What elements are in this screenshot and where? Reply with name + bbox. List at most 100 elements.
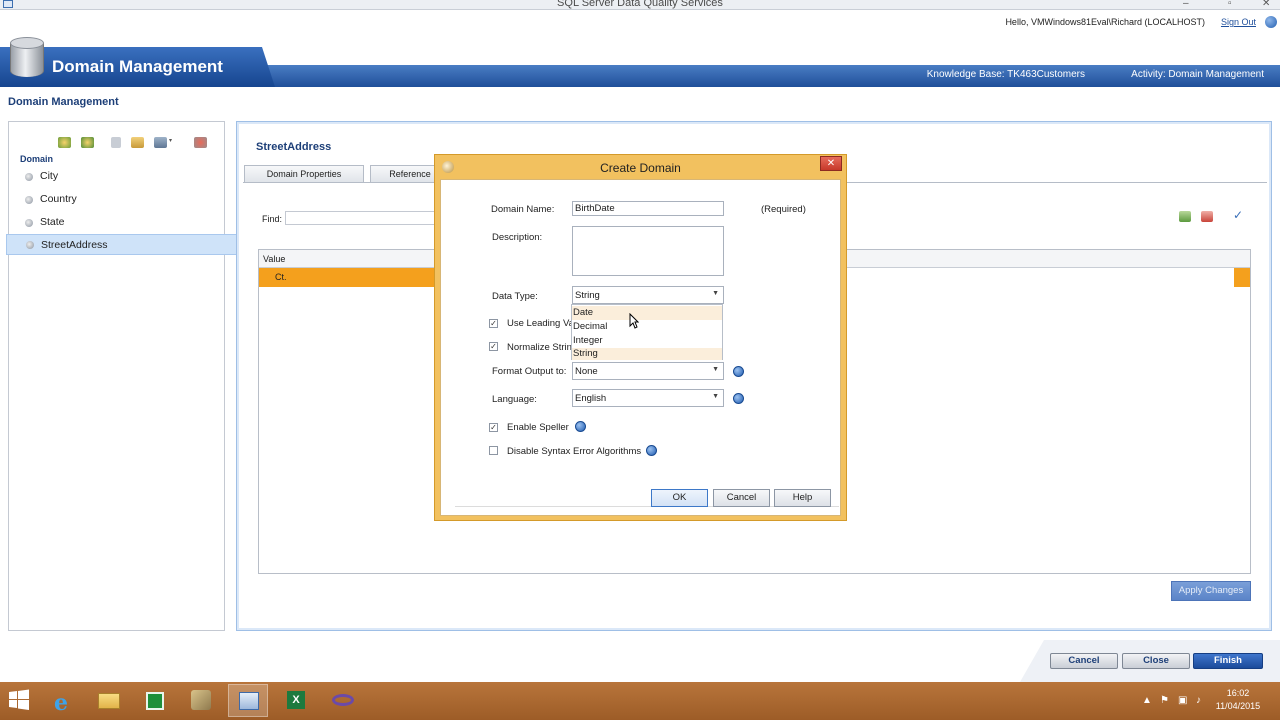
domain-item-label: Country [40,193,77,205]
row-end-marker [1234,268,1250,287]
language-value: English [575,393,607,404]
start-icon[interactable] [8,689,30,711]
taskbar-clock[interactable]: 16:02 11/04/2015 [1214,687,1262,713]
find-input[interactable] [285,211,445,225]
export-domain-icon[interactable] [154,137,167,148]
visual-studio-icon[interactable] [323,684,363,717]
table-cell-value: Ct. [275,272,287,282]
grid-header-value: Value [263,254,286,264]
data-type-value: String [575,290,600,301]
domain-item-streetaddress[interactable]: StreetAddress [6,234,239,255]
domain-item-country[interactable]: Country [25,191,225,209]
volume-icon[interactable]: ♪ [1196,695,1201,706]
clock-time: 16:02 [1226,688,1250,698]
domain-bullet-icon [25,219,33,227]
delete-domain-icon[interactable] [111,137,121,148]
create-composite-domain-icon[interactable] [81,137,94,148]
domain-item-state[interactable]: State [25,214,225,232]
selected-domain-title: StreetAddress [256,141,332,153]
windows-taskbar: e X ▲ ⚑ ▣ ♪ 16:02 11/04/2015 [0,682,1280,720]
disable-syntax-checkbox[interactable] [489,446,498,455]
create-domain-icon[interactable] [58,137,71,148]
dqs-client-icon[interactable] [228,684,268,717]
maximize-icon[interactable]: ▫ [1228,0,1232,9]
normalize-string-checkbox[interactable]: ✓ [489,342,498,351]
enable-speller-checkbox[interactable]: ✓ [489,423,498,432]
language-select[interactable]: English ▼ [572,389,724,407]
syntax-info-icon[interactable] [646,445,657,456]
close-button[interactable]: Close [1122,653,1190,669]
network-icon[interactable]: ▣ [1178,695,1187,706]
domain-bullet-icon [25,173,33,181]
description-label: Description: [492,232,543,243]
finish-button[interactable]: Finish [1193,653,1263,669]
domain-item-city[interactable]: City [25,168,225,186]
use-leading-checkbox[interactable]: ✓ [489,319,498,328]
import-domain-icon[interactable] [131,137,144,148]
dialog-title: Create Domain [600,161,681,175]
export-dropdown-icon[interactable]: ▾ [169,137,172,144]
sql-tools-icon[interactable] [181,684,221,717]
window-title: SQL Server Data Quality Services [557,0,723,9]
enable-speller-label: Enable Speller [507,422,569,433]
tray-expand-icon[interactable]: ▲ [1142,695,1152,706]
domain-item-label: City [40,170,59,182]
mouse-cursor-icon [629,312,640,332]
validate-check-icon[interactable]: ✓ [1233,208,1243,222]
data-type-label: Data Type: [492,291,538,302]
excel-icon[interactable]: X [276,684,316,717]
dialog-cancel-button[interactable]: Cancel [713,489,770,507]
tab-domain-properties[interactable]: Domain Properties [244,165,364,183]
chevron-down-icon: ▼ [712,366,719,373]
help-icon[interactable] [1265,16,1277,28]
sign-out-link[interactable]: Sign Out [1221,17,1256,27]
dropdown-option-decimal[interactable]: Decimal [572,320,722,334]
user-greeting: Hello, VMWindows81Eval\Richard (LOCALHOS… [1005,17,1205,27]
use-leading-label: Use Leading Val [507,318,577,329]
description-textarea[interactable] [572,226,724,276]
cancel-button[interactable]: Cancel [1050,653,1118,669]
database-icon [10,37,44,81]
language-info-icon[interactable] [733,393,744,404]
clock-date: 11/04/2015 [1215,701,1261,711]
delete-value-icon[interactable] [1201,211,1213,222]
chevron-down-icon: ▼ [712,290,719,297]
dropdown-option-date[interactable]: Date [572,306,722,320]
disable-syntax-label: Disable Syntax Error Algorithms [507,446,642,457]
normalize-string-label: Normalize String [507,342,578,353]
format-info-icon[interactable] [733,366,744,377]
format-output-label: Format Output to: [492,366,567,377]
ok-button[interactable]: OK [651,489,708,507]
domain-name-input[interactable]: BirthDate [572,201,724,216]
knowledge-base-label: Knowledge Base: TK463Customers [926,69,1085,80]
find-label: Find: [262,214,283,224]
required-label: (Required) [761,204,806,215]
user-greeting-bar: Hello, VMWindows81Eval\Richard (LOCALHOS… [0,11,1280,33]
speller-info-icon[interactable] [575,421,586,432]
domain-bullet-icon [25,196,33,204]
dialog-caption[interactable]: Create Domain ✕ [435,155,846,179]
domain-bullet-icon [26,241,34,249]
domain-item-label: State [40,216,65,228]
dropdown-option-integer[interactable]: Integer [572,334,722,348]
file-explorer-icon[interactable] [89,684,129,717]
clear-domain-icon[interactable] [194,137,207,148]
activity-label: Activity: Domain Management [1131,69,1264,80]
internet-explorer-icon[interactable]: e [43,684,83,717]
page-title: Domain Management [8,96,119,108]
data-type-select[interactable]: String ▼ [572,286,724,304]
app-header: Domain Management Knowledge Base: TK463C… [0,33,1280,87]
dropdown-option-string[interactable]: String [572,348,722,360]
domain-item-label: StreetAddress [41,239,108,251]
apply-changes-button[interactable]: Apply Changes [1171,581,1251,601]
action-center-icon[interactable]: ⚑ [1160,695,1169,706]
store-icon[interactable] [135,684,175,717]
close-window-icon[interactable]: ✕ [1262,0,1270,9]
minimize-icon[interactable]: – [1183,0,1189,9]
dialog-close-icon[interactable]: ✕ [820,156,842,171]
help-button[interactable]: Help [774,489,831,507]
data-type-dropdown-list: Date Decimal Integer String [571,304,723,360]
domain-name-label: Domain Name: [491,204,555,215]
add-value-icon[interactable] [1179,211,1191,222]
format-output-select[interactable]: None ▼ [572,362,724,380]
